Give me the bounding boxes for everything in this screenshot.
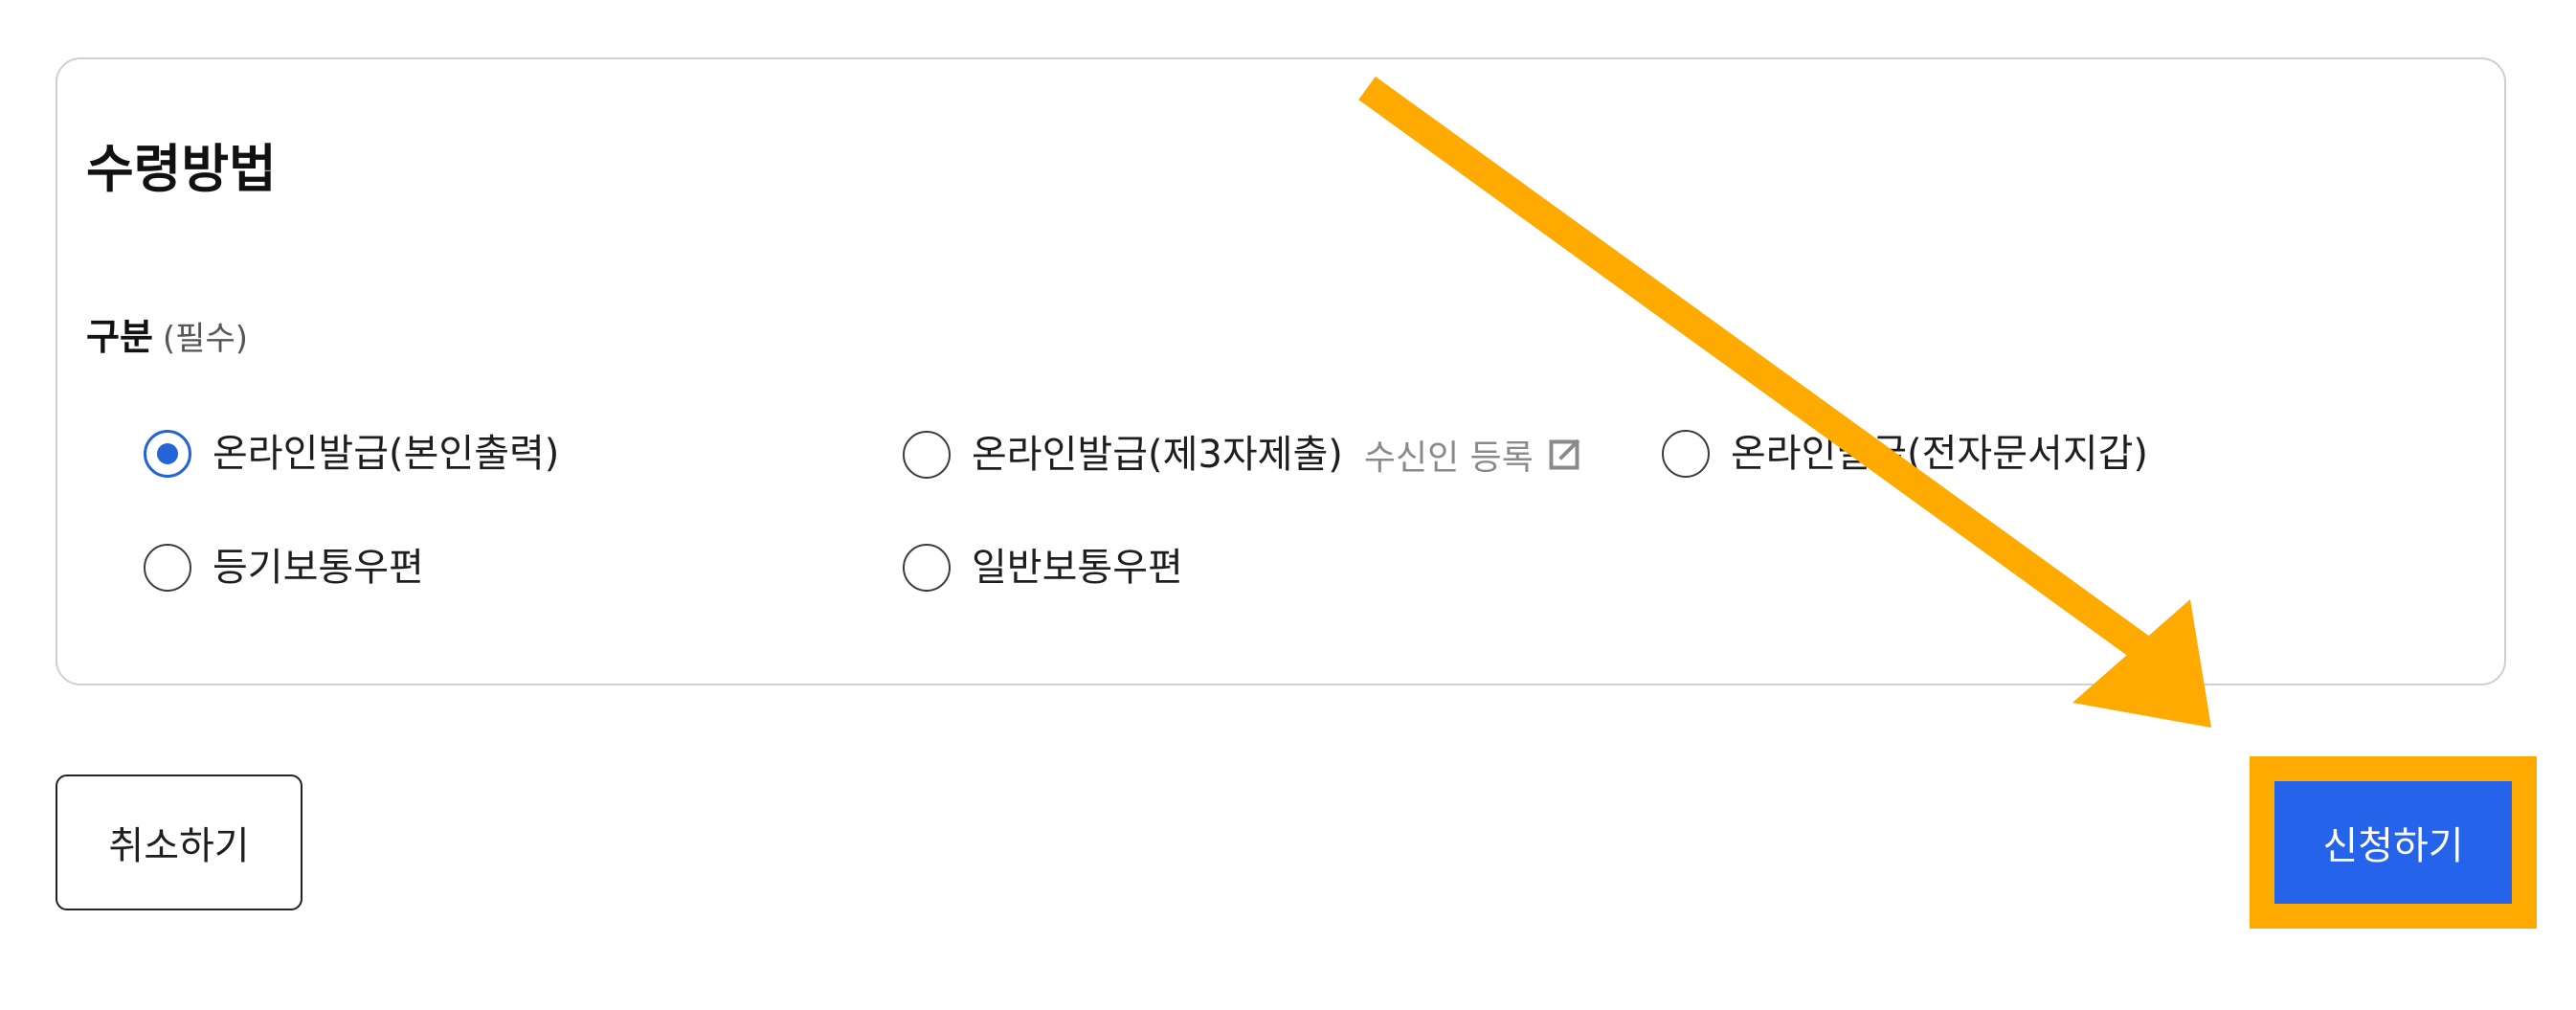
radio-regular-mail[interactable]: 일반보통우편 <box>903 544 1183 592</box>
radio-online-third-party[interactable]: 온라인발급(제3자제출) 수신인 등록 <box>903 430 1581 480</box>
section-title: 수령방법 <box>86 139 277 199</box>
cancel-button[interactable]: 취소하기 <box>56 774 302 910</box>
field-label: 구분 (필수) <box>86 319 248 355</box>
radio-circle[interactable] <box>903 544 951 592</box>
radio-label: 등기보통우편 <box>213 546 424 590</box>
recipient-register-label: 수신인 등록 <box>1363 438 1534 478</box>
radio-label: 일반보통우편 <box>972 546 1183 590</box>
radio-online-self-print[interactable]: 온라인발급(본인출력) <box>144 430 559 478</box>
page: 수령방법 구분 (필수) 온라인발급(본인출력) 온라인발급(제3자제출) 수신인… <box>0 0 2576 1010</box>
radio-label: 온라인발급(본인출력) <box>213 432 560 476</box>
apply-button[interactable]: 신청하기 <box>2274 781 2512 904</box>
recipient-register-link[interactable]: 수신인 등록 <box>1364 430 1581 480</box>
required-marker: (필수) <box>162 320 249 358</box>
radio-circle[interactable] <box>903 431 951 479</box>
external-link-icon <box>1547 438 1581 472</box>
radio-circle[interactable] <box>144 544 191 592</box>
radio-label: 온라인발급(전자문서지갑) <box>1731 432 2149 476</box>
radio-label: 온라인발급(제3자제출) <box>972 433 1343 477</box>
radio-circle-checked[interactable] <box>144 430 191 478</box>
radio-online-e-wallet[interactable]: 온라인발급(전자문서지갑) <box>1662 430 2148 478</box>
radio-registered-mail[interactable]: 등기보통우편 <box>144 544 424 592</box>
field-label-text: 구분 <box>86 316 153 358</box>
radio-circle[interactable] <box>1662 430 1710 478</box>
